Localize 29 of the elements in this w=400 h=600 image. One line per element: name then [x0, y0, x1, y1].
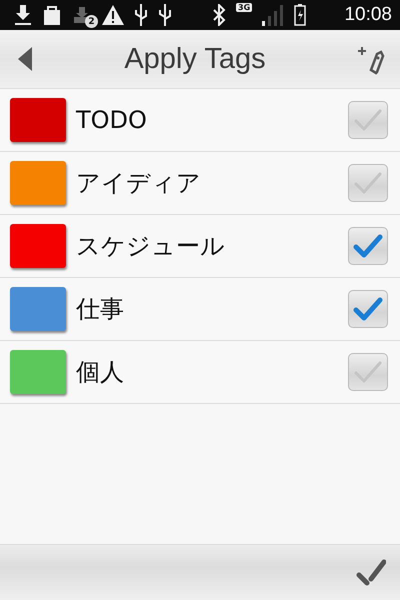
shopping-bag-icon [42, 4, 62, 26]
usb-icon [158, 4, 172, 26]
check-icon [353, 360, 383, 384]
tag-name: 個人 [76, 357, 125, 388]
warning-icon [102, 5, 124, 25]
download-icon [14, 5, 32, 25]
checkbox[interactable] [348, 353, 388, 391]
tag-name: TODO [76, 106, 148, 134]
check-icon [353, 108, 383, 132]
signal-icon [262, 4, 284, 26]
screen-title: Apply Tags [123, 42, 267, 76]
tag-name: スケジュール [76, 231, 226, 262]
tag-name: 仕事 [76, 294, 125, 325]
checkbox[interactable] [348, 290, 388, 328]
battery-icon [294, 4, 306, 26]
check-icon [353, 171, 383, 195]
confirm-button[interactable] [356, 558, 386, 586]
network-type-label: 3G [236, 3, 252, 12]
checkbox[interactable] [348, 164, 388, 202]
clock: 10:08 [344, 4, 392, 26]
checkbox[interactable] [348, 227, 388, 265]
tag-name: アイディア [76, 168, 202, 199]
bluetooth-icon [212, 4, 226, 26]
notification-count: 2 [85, 15, 98, 28]
check-icon [353, 297, 383, 321]
check-icon [353, 234, 383, 258]
back-button[interactable] [18, 47, 32, 71]
usb-icon [134, 4, 148, 26]
checkbox[interactable] [348, 101, 388, 139]
